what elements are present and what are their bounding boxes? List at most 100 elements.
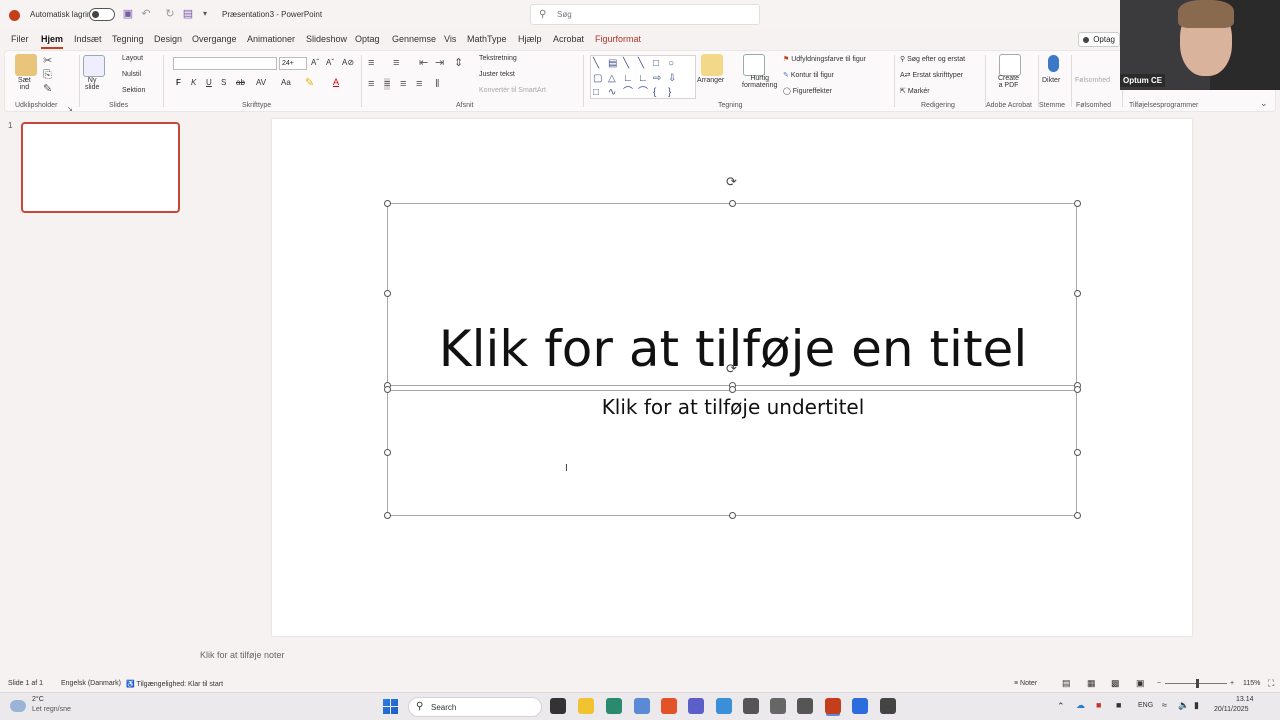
autosave-toggle[interactable]: [89, 8, 115, 21]
edge-icon[interactable]: [606, 698, 622, 714]
align-text-button[interactable]: Juster tekst: [479, 71, 515, 78]
char-spacing-icon[interactable]: AV: [256, 78, 266, 87]
title-placeholder[interactable]: Klik for at tilføje en titel: [387, 203, 1077, 386]
section-button[interactable]: Sektion: [122, 87, 145, 94]
font-family-dropdown[interactable]: [173, 57, 277, 70]
accessibility-status[interactable]: ♿ Tilgængelighed: Klar til start: [126, 680, 223, 688]
resize-handle[interactable]: [729, 512, 736, 519]
freeform-shape-icon[interactable]: □: [593, 88, 599, 98]
rotate-handle-icon[interactable]: ⟳: [726, 362, 737, 375]
tray-app-icon[interactable]: ■: [1096, 700, 1101, 710]
tab-vis[interactable]: Vis: [444, 34, 456, 44]
zoom-level[interactable]: 115%: [1243, 680, 1260, 687]
format-painter-icon[interactable]: ✎: [43, 83, 52, 95]
italic-button[interactable]: K: [191, 78, 196, 87]
shrink-font-icon[interactable]: Aˇ: [326, 58, 334, 67]
smartart-button[interactable]: Konvertér til SmartArt: [479, 87, 546, 94]
resize-handle[interactable]: [384, 449, 391, 456]
tab-slideshow[interactable]: Slideshow: [306, 34, 347, 44]
tab-optag[interactable]: Optag: [355, 34, 380, 44]
highlight-icon[interactable]: ✎: [305, 77, 314, 89]
resize-handle[interactable]: [729, 386, 736, 393]
find-replace-button[interactable]: ⚲ Søg efter og erstat: [900, 55, 965, 63]
tray-app-icon[interactable]: ■: [1116, 700, 1121, 710]
file-explorer-icon[interactable]: [578, 698, 594, 714]
create-pdf-icon[interactable]: [999, 54, 1021, 76]
tab-gennemse[interactable]: Gennemse: [392, 34, 436, 44]
strikethrough-button[interactable]: ab: [236, 78, 245, 87]
shape-outline-button[interactable]: ✎ Kontur til figur: [783, 71, 834, 79]
align-right-icon[interactable]: ≡: [400, 78, 406, 90]
numbering-icon[interactable]: ≡: [393, 57, 399, 69]
slide-thumbnail[interactable]: [21, 122, 180, 213]
tray-chevron-icon[interactable]: ⌃: [1057, 701, 1065, 712]
clock-time[interactable]: 13.14: [1236, 696, 1254, 703]
app-icon[interactable]: [880, 698, 896, 714]
text-direction-button[interactable]: Tekstretning: [479, 55, 517, 62]
arrange-icon[interactable]: [701, 54, 723, 76]
clear-format-icon[interactable]: A⊘: [342, 58, 354, 67]
dictate-button[interactable]: Dikter: [1042, 77, 1060, 84]
taskbar-search[interactable]: ⚲ Search: [408, 697, 542, 717]
rotate-handle-icon[interactable]: ⟳: [726, 175, 737, 188]
powerpoint-taskbar-icon[interactable]: [825, 698, 841, 714]
line-shape-icon[interactable]: ╲: [593, 59, 599, 69]
rounded-rect-shape-icon[interactable]: ▢: [593, 74, 602, 84]
search-box[interactable]: ⚲ Søg: [530, 4, 760, 25]
justify-icon[interactable]: ≡: [416, 78, 422, 90]
grow-font-icon[interactable]: Aˆ: [311, 58, 319, 67]
snipping-tool-icon[interactable]: [634, 698, 650, 714]
bold-button[interactable]: F: [176, 78, 181, 87]
weather-icon[interactable]: [10, 700, 26, 712]
undo-icon[interactable]: ↶: [140, 8, 152, 20]
weather-description[interactable]: Let regn/sne: [32, 706, 71, 713]
sensitivity-button[interactable]: Følsomhed: [1075, 77, 1110, 84]
slide-sorter-icon[interactable]: ▦: [1087, 678, 1096, 689]
weather-temperature[interactable]: 2°C: [32, 696, 44, 703]
normal-view-icon[interactable]: ▤: [1062, 678, 1071, 689]
change-case-icon[interactable]: Aa: [281, 78, 291, 87]
resize-handle[interactable]: [384, 290, 391, 297]
subtitle-placeholder[interactable]: Klik for at tilføje undertitel: [387, 390, 1077, 516]
shapes-gallery[interactable]: ╲ ▤ ╲ ╲ □ ○ ▢ △ ∟ ∟ ⇨ ⇩ □ ∿ ⌒ ⌒ { }: [590, 55, 696, 99]
select-button[interactable]: ⇱ Markér: [900, 87, 930, 95]
tab-indsaet[interactable]: Indsæt: [74, 34, 102, 44]
curve-shape-icon[interactable]: ⌒: [638, 88, 648, 98]
resize-handle[interactable]: [1074, 200, 1081, 207]
line-spacing-icon[interactable]: ⇕: [454, 57, 463, 69]
paste-button[interactable]: Sæt ind: [18, 77, 31, 91]
new-slide-icon[interactable]: [83, 55, 105, 77]
decrease-indent-icon[interactable]: ⇤: [419, 57, 428, 69]
shape-fill-button[interactable]: ⚑ Udfyldningsfarve til figur: [783, 55, 866, 63]
brace-shape-icon[interactable]: }: [668, 88, 671, 98]
app-icon[interactable]: [770, 698, 786, 714]
line-shape-icon[interactable]: ╲: [623, 59, 629, 69]
collapse-ribbon-icon[interactable]: ⌄: [1260, 98, 1268, 109]
tab-acrobat[interactable]: Acrobat: [553, 34, 584, 44]
clipboard-launcher-icon[interactable]: ↘: [67, 104, 73, 116]
slideshow-view-icon[interactable]: ▣: [1136, 678, 1145, 689]
increase-indent-icon[interactable]: ⇥: [435, 57, 444, 69]
app-icon[interactable]: [716, 698, 732, 714]
zoom-in-icon[interactable]: +: [1230, 680, 1234, 687]
quick-styles-icon[interactable]: [743, 54, 765, 76]
shape-effects-button[interactable]: ◯ Figureffekter: [783, 87, 832, 95]
tab-animationer[interactable]: Animationer: [247, 34, 295, 44]
down-arrow-shape-icon[interactable]: ⇩: [668, 74, 676, 84]
app-icon[interactable]: [743, 698, 759, 714]
notes-toggle[interactable]: ≡ Noter: [1014, 680, 1037, 687]
reset-button[interactable]: Nulstil: [122, 71, 141, 78]
cut-icon[interactable]: ✂: [43, 55, 52, 67]
app-icon[interactable]: [797, 698, 813, 714]
customize-qat-icon[interactable]: ▾: [199, 8, 211, 20]
create-pdf-button[interactable]: Create a PDF: [998, 75, 1019, 89]
resize-handle[interactable]: [384, 386, 391, 393]
quick-styles-button[interactable]: Hurtig formatering: [742, 75, 777, 89]
arrange-button[interactable]: Arranger: [697, 77, 724, 84]
brace-shape-icon[interactable]: {: [653, 88, 656, 98]
copy-icon[interactable]: ⎘: [43, 69, 52, 81]
clock-date[interactable]: 20/11/2025: [1214, 706, 1249, 713]
zoom-app-icon[interactable]: [852, 698, 868, 714]
font-size-dropdown[interactable]: 24+: [279, 57, 307, 70]
tab-tegning[interactable]: Tegning: [112, 34, 144, 44]
